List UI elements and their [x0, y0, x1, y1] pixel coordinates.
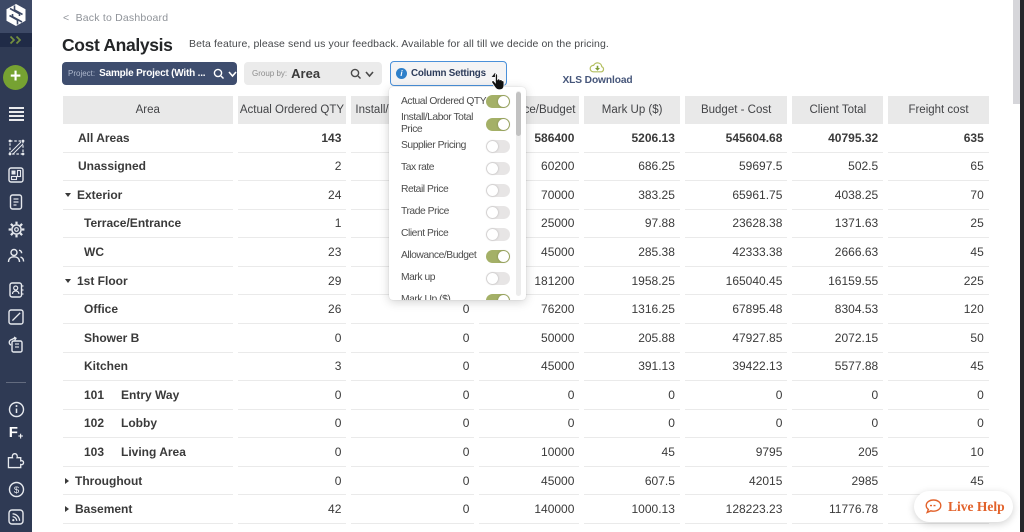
svg-text:$: $	[13, 485, 19, 496]
